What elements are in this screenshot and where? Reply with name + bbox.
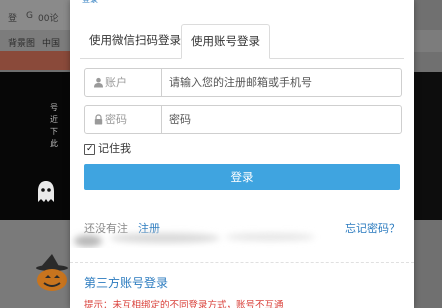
login-tabs: 使用微信扫码登录 使用账号登录 <box>80 24 404 59</box>
user-icon <box>94 77 103 88</box>
background-banner <box>0 51 70 70</box>
account-addon: 账户 <box>85 69 162 96</box>
register-row: 还没有注 注册 忘记密码？ <box>84 220 400 236</box>
background-nav-item: 背景图 <box>8 39 36 49</box>
account-input[interactable] <box>169 72 394 93</box>
password-addon: 密码 <box>85 106 162 133</box>
password-field: 密码 <box>84 105 402 134</box>
background-right-dark <box>414 72 442 220</box>
password-input[interactable] <box>169 109 394 130</box>
tab-wechat-qr-login[interactable]: 使用微信扫码登录 <box>80 24 190 57</box>
witch-pumpkin-icon <box>36 254 68 291</box>
password-label: 密码 <box>105 113 127 126</box>
tab-account-login[interactable]: 使用账号登录 <box>181 24 270 59</box>
background-topbar-item: 00论 <box>38 14 59 24</box>
account-label: 账户 <box>105 76 127 89</box>
background-topbar-item: G <box>26 11 33 21</box>
login-modal: 登录 使用微信扫码登录 使用账号登录 账户 密码 ✓ 记住我 登录 <box>70 0 414 308</box>
divider <box>70 262 414 263</box>
check-icon: ✓ <box>86 144 94 154</box>
account-tip: 提示：未互相绑定的不同登录方式，账号不互通 <box>84 300 284 308</box>
background-nav-item: 中国 <box>42 39 61 49</box>
forgot-password-link[interactable]: 忘记密码？ <box>345 220 400 236</box>
login-button[interactable]: 登录 <box>84 164 400 190</box>
background-dark-text: 近 <box>50 115 58 124</box>
ghost-icon <box>38 181 54 202</box>
background-dark-panel: 号 近 下 此 <box>0 72 70 220</box>
lock-icon <box>94 114 103 125</box>
background-topbar-item: 登 <box>8 14 18 24</box>
background-dark-text: 号 <box>50 103 58 112</box>
background-dark-text: 下 <box>50 127 58 136</box>
register-link[interactable]: 注册 <box>138 220 160 236</box>
remember-label: 记住我 <box>98 142 131 155</box>
no-account-text: 还没有注 <box>84 222 128 235</box>
modal-title-fragment: 登录 <box>82 0 98 4</box>
background-right-nav <box>414 30 442 52</box>
background-dark-text: 此 <box>50 139 58 148</box>
third-party-login-title: 第三方账号登录 <box>84 276 169 290</box>
remember-checkbox[interactable]: ✓ <box>84 144 95 155</box>
account-field: 账户 <box>84 68 402 97</box>
